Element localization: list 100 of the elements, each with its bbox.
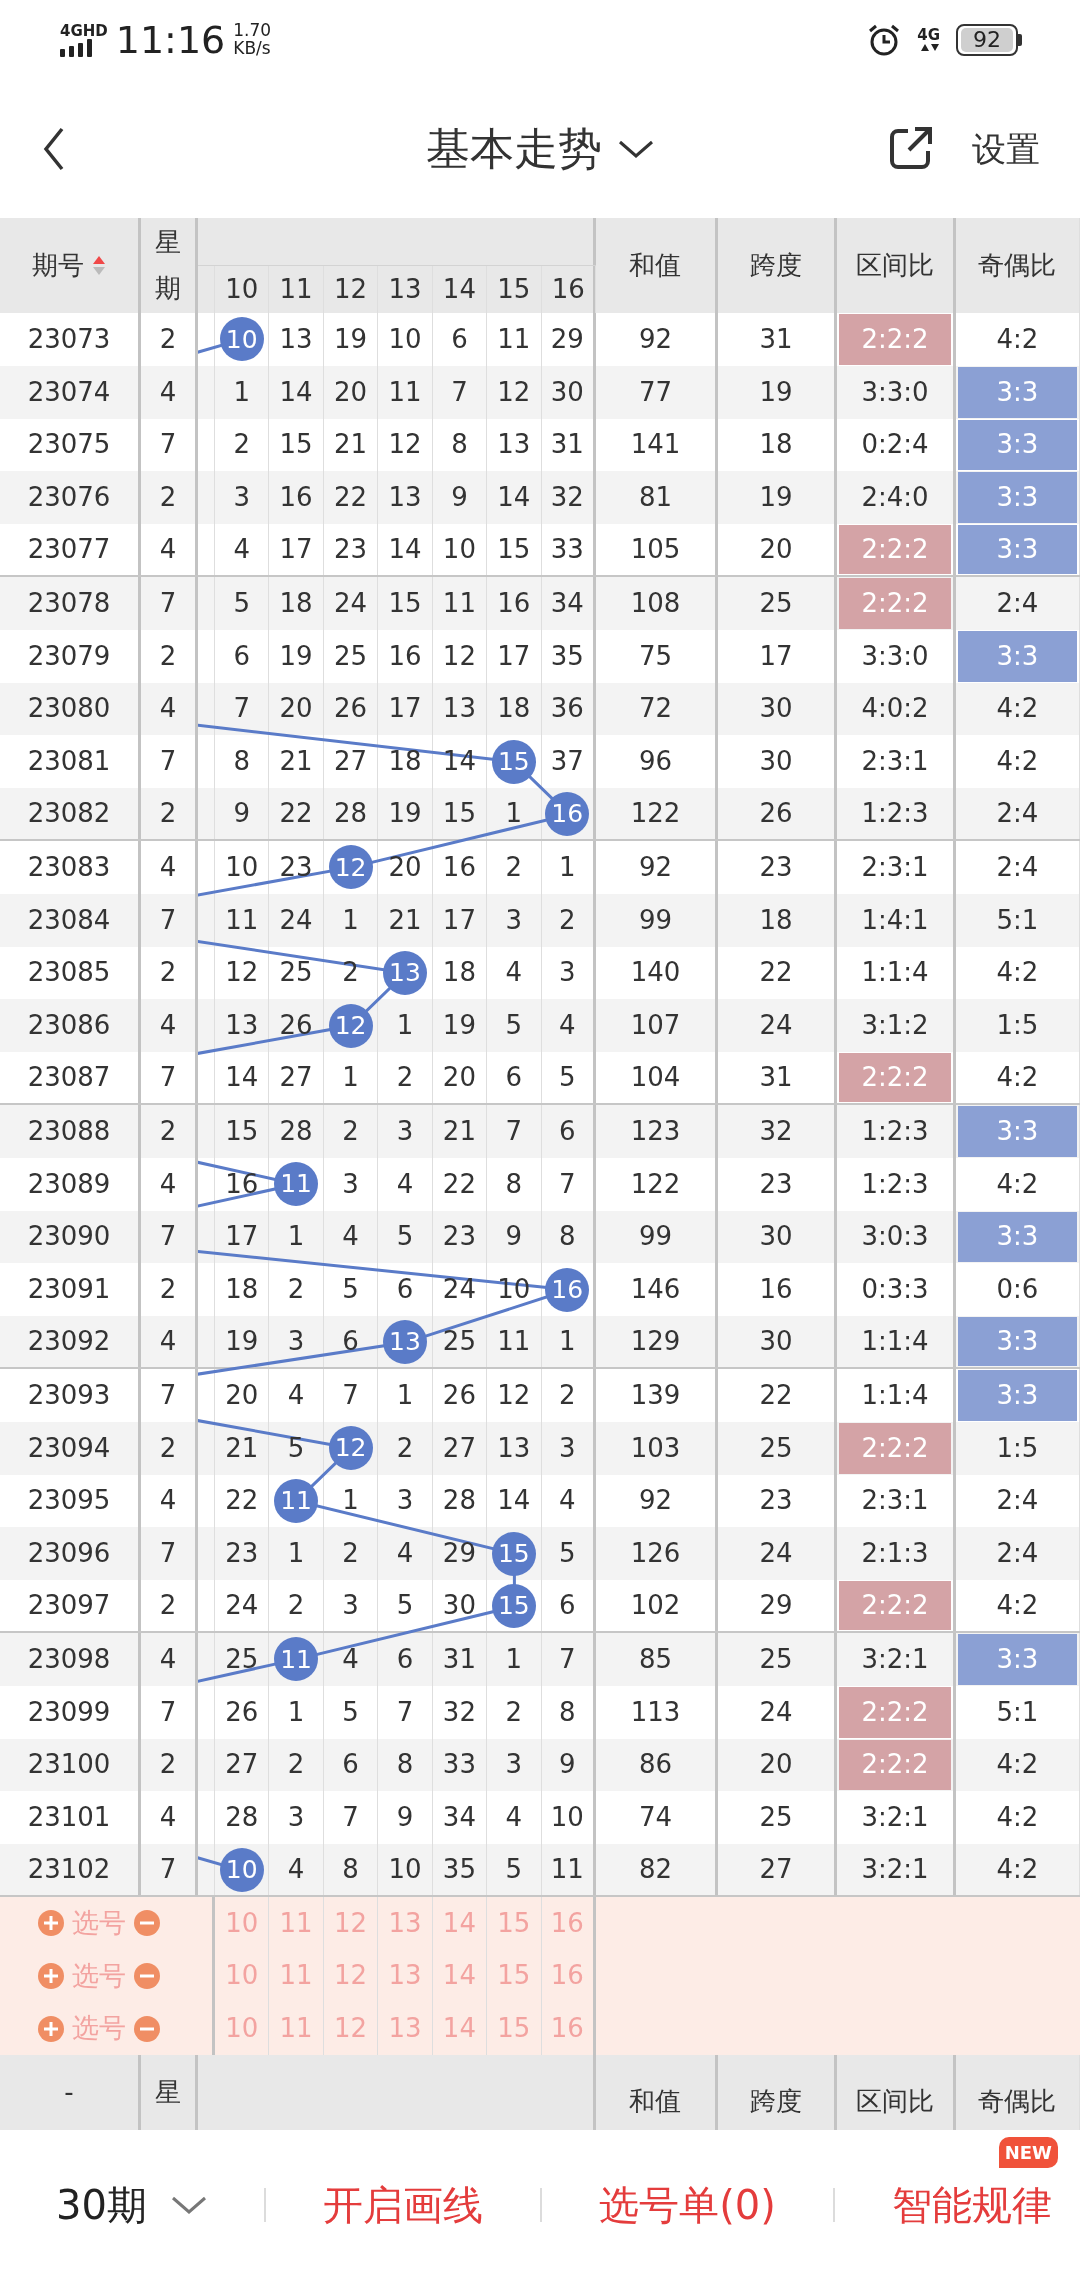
omission-count: 8 — [558, 1695, 576, 1729]
remove-button[interactable] — [134, 1910, 160, 1937]
pick-number[interactable]: 16 — [550, 1903, 584, 1943]
zone-ratio: 2:3:1 — [860, 745, 930, 779]
issue-number: 23079 — [27, 639, 111, 673]
issue-number: 23075 — [27, 428, 111, 462]
pick-number[interactable]: 13 — [388, 1956, 422, 1996]
action-button[interactable]: 选号单(0) — [599, 2174, 776, 2235]
add-button[interactable] — [38, 1962, 64, 1989]
omission-count: 1 — [505, 797, 523, 831]
add-button[interactable] — [38, 2015, 64, 2042]
pick-number[interactable]: 14 — [442, 1903, 476, 1943]
omission-count: 13 — [279, 322, 313, 356]
omission-count: 18 — [279, 586, 313, 620]
pick-number[interactable]: 10 — [225, 1903, 259, 1943]
pick-number[interactable]: 13 — [388, 1903, 422, 1943]
omission-count: 34 — [442, 1801, 476, 1835]
omission-count: 17 — [279, 533, 313, 567]
odd-even-ratio: 2:4 — [995, 586, 1040, 620]
pick-number[interactable]: 15 — [497, 1956, 531, 1996]
omission-count: 13 — [497, 428, 531, 462]
weekday: 7 — [159, 1537, 177, 1571]
omission-count: 21 — [388, 903, 422, 937]
issue-number: 23077 — [27, 533, 111, 567]
number-ball: 12 — [328, 845, 373, 890]
omission-count: 28 — [225, 1801, 259, 1835]
omission-count: 27 — [334, 745, 368, 779]
pick-number[interactable]: 12 — [334, 1903, 368, 1943]
issue-number: 23092 — [27, 1325, 111, 1359]
column-header: 跨度 — [749, 249, 802, 282]
column-header: 14 — [442, 273, 476, 306]
action-button[interactable]: 智能规律 — [891, 2174, 1052, 2235]
omission-count: 27 — [225, 1748, 259, 1782]
omission-count: 9 — [451, 481, 468, 515]
pick-number[interactable]: 16 — [550, 1956, 584, 1996]
pick-number[interactable]: 15 — [497, 2009, 531, 2049]
omission-count: 6 — [451, 322, 468, 356]
odd-even-ratio: 4:2 — [995, 1061, 1040, 1095]
weekday: 4 — [159, 533, 177, 567]
sum-value: 140 — [630, 956, 681, 990]
issue-number: 23102 — [27, 1853, 111, 1886]
issue-number: 23093 — [27, 1378, 111, 1412]
omission-count: 23 — [279, 850, 313, 884]
omission-count: 26 — [442, 1378, 476, 1412]
issue-number: 23087 — [27, 1061, 111, 1095]
span-value: 32 — [759, 1114, 793, 1148]
pick-number[interactable]: 13 — [388, 2009, 422, 2049]
pick-number[interactable]: 11 — [279, 1903, 313, 1943]
pick-number[interactable]: 11 — [279, 1956, 313, 1996]
pick-number[interactable]: 10 — [225, 1956, 259, 1996]
number-ball: 13 — [382, 1319, 427, 1364]
omission-count: 1 — [558, 850, 576, 884]
odd-even-ratio: 3:3 — [957, 419, 1077, 471]
weekday: 7 — [159, 1853, 177, 1886]
remove-button[interactable] — [134, 1962, 160, 1989]
add-button[interactable] — [38, 1910, 64, 1937]
action-button[interactable]: 开启画线 — [323, 2174, 484, 2235]
issue-number: 23081 — [27, 745, 111, 779]
issue-number: 23083 — [27, 850, 111, 884]
column-header: 12 — [334, 273, 368, 306]
new-badge: NEW — [998, 2136, 1058, 2168]
span-value: 30 — [759, 1220, 793, 1254]
omission-count: 25 — [225, 1642, 259, 1676]
omission-count: 19 — [279, 639, 313, 673]
column-header: 奇偶比 — [978, 2084, 1057, 2118]
omission-count: 27 — [442, 1431, 476, 1465]
span-value: 27 — [759, 1853, 793, 1886]
pick-number[interactable]: 11 — [279, 2009, 313, 2049]
title-dropdown[interactable]: 基本走势 — [426, 116, 654, 182]
omission-count: 16 — [388, 639, 422, 673]
zone-ratio: 1:2:3 — [860, 797, 930, 831]
odd-even-ratio: 2:4 — [995, 1537, 1040, 1571]
share-button[interactable] — [888, 126, 934, 172]
period-dropdown[interactable]: 30期 — [56, 2174, 207, 2235]
pick-number[interactable]: 16 — [550, 2009, 584, 2049]
column-header: 15 — [497, 273, 531, 306]
omission-count: 35 — [550, 639, 584, 673]
number-ball: 13 — [382, 950, 427, 995]
span-value: 22 — [759, 956, 793, 990]
speed-value: 1.70 — [233, 22, 272, 40]
column-header: 13 — [388, 273, 422, 306]
omission-count: 9 — [558, 1748, 576, 1782]
omission-count: 36 — [550, 692, 584, 726]
sum-value: 77 — [638, 375, 672, 409]
pick-label: 选号 — [72, 2011, 126, 2046]
number-ball: 11 — [274, 1637, 319, 1682]
pick-number[interactable]: 14 — [442, 1956, 476, 1996]
issue-number: 23076 — [27, 481, 111, 515]
pick-number[interactable]: 10 — [225, 2009, 259, 2049]
omission-count: 25 — [442, 1325, 476, 1359]
omission-count: 4 — [287, 1853, 305, 1886]
odd-even-ratio: 0:6 — [995, 1273, 1040, 1307]
pick-number[interactable]: 14 — [442, 2009, 476, 2049]
pick-number[interactable]: 12 — [334, 1956, 368, 1996]
settings-button[interactable]: 设置 — [972, 123, 1040, 175]
issue-number: 23100 — [27, 1748, 111, 1782]
pick-number[interactable]: 12 — [334, 2009, 368, 2049]
remove-button[interactable] — [134, 2015, 160, 2042]
pick-number[interactable]: 15 — [497, 1903, 531, 1943]
omission-count: 28 — [279, 1114, 313, 1148]
